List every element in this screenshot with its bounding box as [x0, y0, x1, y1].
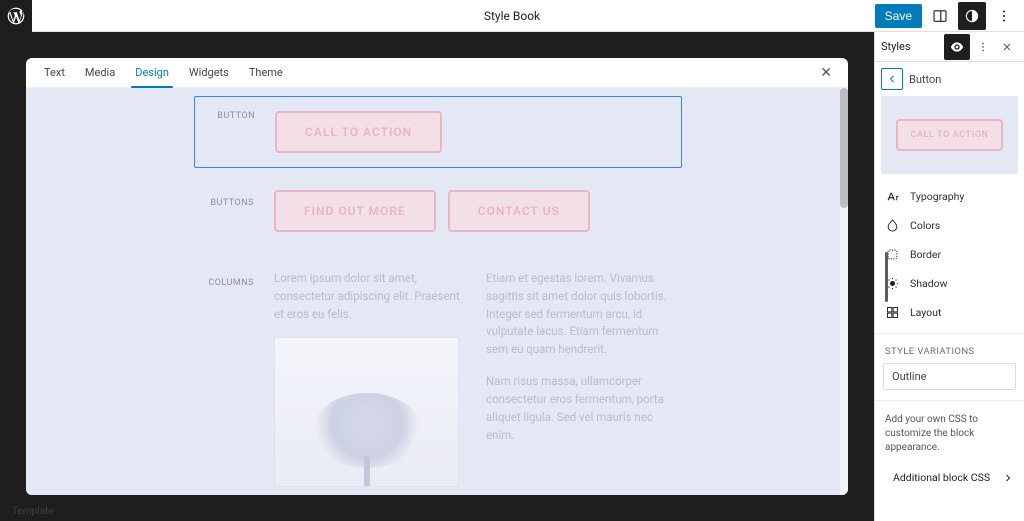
tree-illustration [292, 376, 442, 486]
preview-cta-button: CALL TO ACTION [896, 119, 1002, 151]
stylebook-toggle-button[interactable] [944, 34, 970, 60]
sidebar-title: Styles [881, 40, 911, 53]
column-text: Lorem ipsum dolor sit amet, consectetur … [274, 270, 462, 323]
stylebook-block-button[interactable]: BUTTON CALL TO ACTION [194, 96, 682, 168]
tab-widgets[interactable]: Widgets [179, 58, 239, 87]
typography-icon [885, 189, 900, 204]
colors-icon [885, 218, 900, 233]
tab-design[interactable]: Design [125, 58, 179, 87]
save-button[interactable]: Save [875, 4, 922, 28]
styles-panel-button[interactable] [958, 2, 986, 30]
styles-row-shadow[interactable]: Shadow [875, 269, 1024, 298]
sidebar-breadcrumb: Button [909, 73, 941, 86]
sidebar-header: Styles [875, 32, 1024, 62]
close-stylebook-button[interactable]: ✕ [812, 61, 840, 85]
stylebook-block-buttons[interactable]: BUTTONS FIND OUT MORE CONTACT US [194, 180, 682, 252]
image-placeholder [274, 337, 459, 487]
variation-outline[interactable]: Outline [883, 363, 1016, 390]
block-label: BUTTON [195, 97, 275, 167]
additional-css-note: Add your own CSS to customize the block … [875, 400, 1024, 463]
canvas-tabs: Text Media Design Widgets Theme ✕ [26, 58, 848, 88]
block-label: COLUMNS [194, 260, 274, 487]
example-column-2: Etiam et egestas lorem. Vivamus sagittis… [486, 270, 674, 487]
topbar-actions: Save [875, 2, 1024, 30]
page-title: Style Book [484, 9, 540, 23]
sidebar-nav: Button [875, 62, 1024, 96]
canvas-body: BUTTON CALL TO ACTION BUTTONS FIND OUT M… [26, 88, 848, 495]
sidebar-more-button[interactable] [972, 36, 994, 58]
row-label: Layout [910, 306, 941, 319]
more-menu-button[interactable] [990, 2, 1018, 30]
main-layout: Text Media Design Widgets Theme ✕ BUTTON [0, 32, 1024, 521]
styles-row-border[interactable]: Border [875, 240, 1024, 269]
wordpress-icon [6, 6, 26, 26]
close-icon [1001, 41, 1013, 53]
block-label: BUTTONS [194, 180, 274, 252]
tab-theme[interactable]: Theme [239, 58, 293, 87]
row-label: Typography [910, 190, 964, 203]
row-label: Colors [910, 219, 940, 232]
footer-template-label: Template [12, 506, 54, 517]
stylebook-block-columns[interactable]: COLUMNS Lorem ipsum dolor sit amet, cons… [194, 260, 682, 487]
styles-row-typography[interactable]: Typography [875, 182, 1024, 211]
sidebar-layout-icon [931, 7, 949, 25]
row-label: Border [910, 248, 941, 261]
styles-sidebar: Styles Button CALL TO ACTION [874, 32, 1024, 521]
example-cta-button: CALL TO ACTION [275, 111, 442, 153]
back-button[interactable] [881, 68, 903, 90]
column-text: Nam risus massa, ullamcorper consectetur… [486, 373, 674, 444]
styles-row-layout[interactable]: Layout [875, 298, 1024, 327]
style-preview-card: CALL TO ACTION [881, 96, 1018, 174]
half-circle-icon [963, 7, 981, 25]
canvas-wrapper: Text Media Design Widgets Theme ✕ BUTTON [0, 32, 874, 521]
sidebar-close-button[interactable] [996, 36, 1018, 58]
layout-icon [885, 305, 900, 320]
canvas-card: Text Media Design Widgets Theme ✕ BUTTON [26, 58, 848, 495]
chevron-right-icon [1002, 472, 1014, 484]
example-find-out-button: FIND OUT MORE [274, 190, 436, 232]
view-toggle-button[interactable] [926, 2, 954, 30]
row-label: Additional block CSS [893, 471, 990, 484]
chevron-left-icon [886, 73, 898, 85]
example-contact-button: CONTACT US [448, 190, 590, 232]
kebab-icon [976, 40, 990, 54]
tab-media[interactable]: Media [75, 58, 125, 87]
additional-css-row[interactable]: Additional block CSS [875, 463, 1024, 494]
column-text: Etiam et egestas lorem. Vivamus sagittis… [486, 270, 674, 359]
styles-row-colors[interactable]: Colors [875, 211, 1024, 240]
eye-icon [949, 39, 965, 55]
wordpress-logo[interactable] [0, 0, 32, 32]
kebab-icon [995, 7, 1013, 25]
topbar: Style Book Save [0, 0, 1024, 32]
row-label: Shadow [910, 277, 948, 290]
resize-handle-right[interactable] [885, 252, 888, 302]
example-column-1: Lorem ipsum dolor sit amet, consectetur … [274, 270, 462, 487]
style-variations-heading: STYLE VARIATIONS [875, 333, 1024, 363]
stylebook-content: BUTTON CALL TO ACTION BUTTONS FIND OUT M… [34, 96, 842, 487]
tab-text[interactable]: Text [34, 58, 75, 87]
